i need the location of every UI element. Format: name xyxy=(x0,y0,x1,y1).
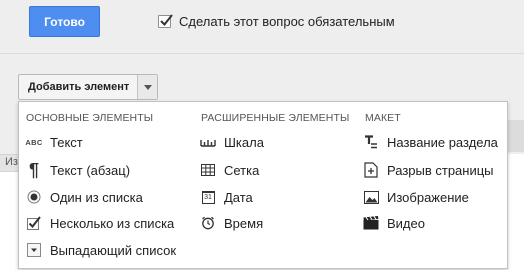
underlying-field-text: Из xyxy=(5,156,18,168)
menu-item-grid[interactable]: Сетка xyxy=(199,159,259,181)
column-header-layout: МАКЕТ xyxy=(365,112,401,124)
done-button[interactable]: Готово xyxy=(29,6,100,37)
menu-item-text[interactable]: ABC Текст xyxy=(25,131,83,153)
page-break-icon xyxy=(362,161,380,179)
menu-item-radio[interactable]: Один из списка xyxy=(25,186,143,208)
required-label: Сделать этот вопрос обязательным xyxy=(179,13,395,29)
menu-item-image[interactable]: Изображение xyxy=(362,186,469,208)
menu-item-section-title[interactable]: Название раздела xyxy=(362,131,498,153)
menu-item-label: Текст xyxy=(50,134,83,150)
menu-item-label: Сетка xyxy=(224,162,260,178)
scroll-edge xyxy=(508,120,524,152)
add-element-menu: ОСНОВНЫЕ ЭЛЕМЕНТЫ ABC Текст ¶ Текст (абз… xyxy=(18,101,508,269)
image-icon xyxy=(362,188,380,206)
menu-item-label: Текст (абзац) xyxy=(50,162,131,178)
menu-item-checkbox[interactable]: Несколько из списка xyxy=(25,212,174,234)
checkbox-icon xyxy=(25,214,43,232)
menu-item-video[interactable]: Видео xyxy=(362,212,425,234)
checkmark-icon xyxy=(160,13,173,26)
paragraph-icon: ¶ xyxy=(28,159,39,180)
add-element-label: Добавить элемент xyxy=(28,81,130,93)
menu-item-label: Разрыв страницы xyxy=(387,162,494,178)
calendar-day: 31 xyxy=(201,190,215,204)
scale-icon xyxy=(199,133,217,151)
menu-item-dropdown[interactable]: Выпадающий список xyxy=(25,239,176,261)
section-title-icon xyxy=(362,133,380,151)
menu-item-paragraph[interactable]: ¶ Текст (абзац) xyxy=(25,159,130,181)
menu-item-label: Шкала xyxy=(224,134,264,150)
menu-item-label: Один из списка xyxy=(50,189,143,205)
video-icon xyxy=(362,214,380,232)
text-icon: ABC xyxy=(25,137,43,147)
clock-icon xyxy=(199,214,217,232)
menu-item-label: Изображение xyxy=(387,189,469,205)
menu-item-label: Название раздела xyxy=(387,134,498,150)
menu-item-scale[interactable]: Шкала xyxy=(199,131,264,153)
menu-item-label: Видео xyxy=(387,215,425,231)
dropdown-arrow-icon[interactable] xyxy=(137,75,157,99)
menu-item-label: Дата xyxy=(224,189,253,205)
required-checkbox[interactable] xyxy=(158,13,173,28)
add-element-button[interactable]: Добавить элемент xyxy=(18,74,158,100)
column-header-advanced: РАСШИРЕННЫЕ ЭЛЕМЕНТЫ xyxy=(201,112,350,124)
calendar-icon: 31 xyxy=(199,188,217,206)
menu-item-page-break[interactable]: Разрыв страницы xyxy=(362,159,494,181)
radio-icon xyxy=(25,188,43,206)
menu-item-time[interactable]: Время xyxy=(199,212,263,234)
menu-item-label: Время xyxy=(224,215,264,231)
column-header-basic: ОСНОВНЫЕ ЭЛЕМЕНТЫ xyxy=(26,112,154,124)
grid-icon xyxy=(199,161,217,179)
menu-item-label: Несколько из списка xyxy=(50,215,175,231)
dropdown-icon xyxy=(25,241,43,259)
menu-item-date[interactable]: 31 Дата xyxy=(199,186,253,208)
required-toggle[interactable]: Сделать этот вопрос обязательным xyxy=(158,12,395,30)
menu-item-label: Выпадающий список xyxy=(50,242,177,258)
